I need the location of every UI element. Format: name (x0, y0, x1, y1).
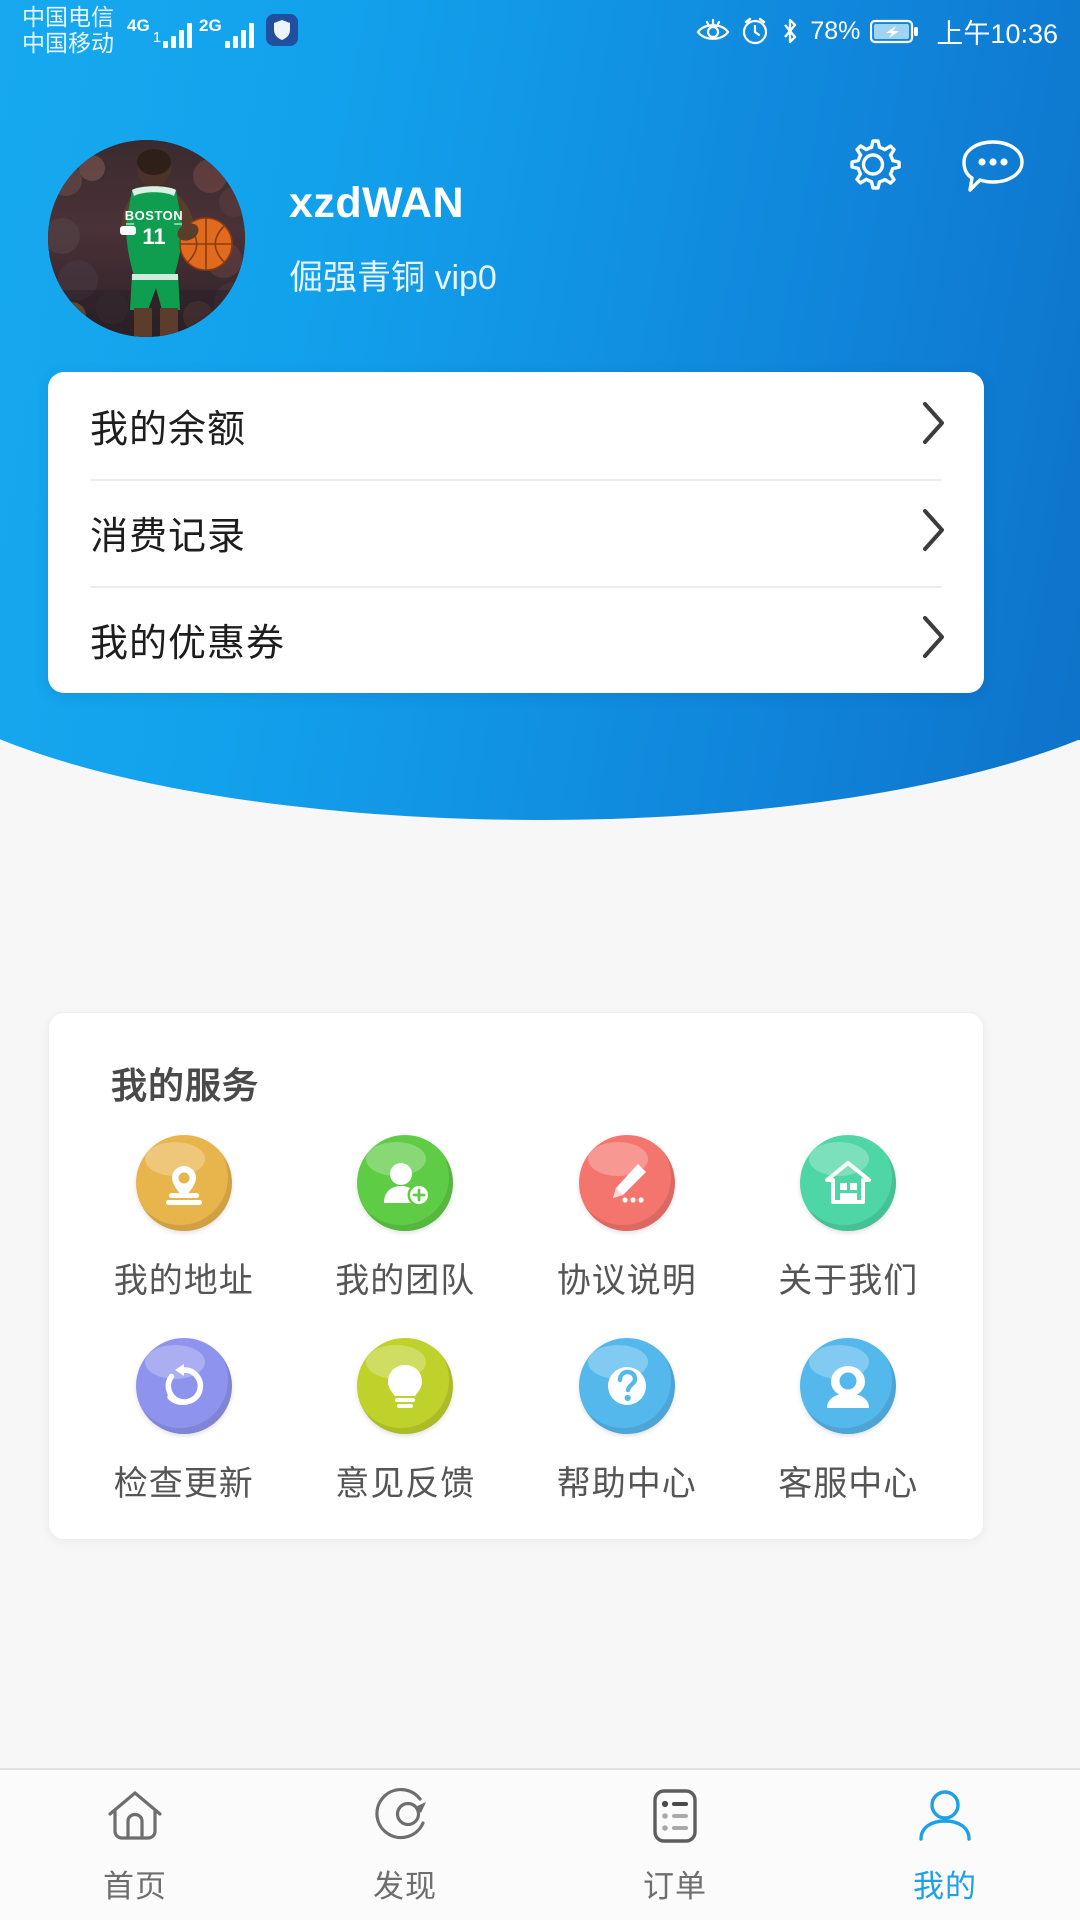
menu-item-label: 我的余额 (90, 409, 247, 451)
home-building-icon (800, 1135, 897, 1231)
signal-group: 4G 1 2G (120, 14, 298, 48)
user-level: 倔强青铜 vip0 (289, 258, 497, 297)
app-root: 中国电信 中国移动 4G 1 2G 78% 上午10:36 BOSTON 11 … (0, 0, 1080, 1920)
status-bar-right: 78% 上午10:36 (696, 12, 1080, 51)
carrier-1: 中国电信 (22, 4, 114, 31)
eye-icon (697, 18, 730, 40)
service-item-about[interactable]: 关于我们 (738, 1135, 960, 1302)
service-label: 我的地址 (113, 1262, 254, 1300)
signal-bars-icon (163, 22, 193, 48)
sim1-signal: 4G 1 (127, 16, 193, 48)
service-item-update[interactable]: 检查更新 (73, 1338, 295, 1505)
chevron-right-icon (920, 506, 948, 559)
bottom-navigation: 首页 发现 订单 我的 (0, 1768, 1080, 1920)
service-label: 帮助中心 (556, 1465, 697, 1503)
question-mark-icon (578, 1338, 675, 1434)
tab-label: 首页 (103, 1868, 167, 1904)
username: xzdWAN (289, 178, 464, 227)
services-grid: 我的地址 我的团队 协议说明 关于我们 检查更新 意见反馈 帮助中心 客服中心 (49, 1109, 983, 1505)
account-menu-card: 我的余额 消费记录 我的优惠券 (48, 372, 984, 693)
shield-icon (265, 14, 298, 46)
status-bar: 中国电信 中国移动 4G 1 2G 78% 上午10:36 (0, 0, 1080, 62)
pencil-edit-icon (578, 1135, 675, 1231)
battery-charging-icon (870, 19, 919, 43)
tab-label: 订单 (643, 1868, 707, 1904)
status-bar-clock: 上午10:36 (936, 18, 1058, 49)
add-person-icon (357, 1135, 454, 1231)
menu-item-label: 我的优惠券 (90, 623, 286, 665)
compass-icon (375, 1787, 426, 1839)
chevron-right-icon (920, 399, 948, 452)
header-actions (840, 134, 1028, 205)
battery-percent: 78% (810, 16, 861, 45)
avatar[interactable]: BOSTON 11 (48, 140, 245, 337)
svg-text:BOSTON: BOSTON (125, 208, 183, 223)
carrier-2: 中国移动 (22, 30, 114, 56)
gear-icon (850, 139, 901, 190)
service-item-feedback[interactable]: 意见反馈 (295, 1338, 517, 1505)
home-icon (108, 1790, 162, 1840)
service-label: 关于我们 (778, 1262, 919, 1300)
settings-button[interactable] (840, 134, 906, 205)
service-label: 协议说明 (556, 1262, 697, 1300)
service-label: 客服中心 (778, 1465, 919, 1503)
person-icon (919, 1789, 971, 1841)
services-card: 我的服务 我的地址 我的团队 协议说明 关于我们 检查更新 意见反馈 帮助中心 … (48, 1012, 984, 1540)
sim1-network-label: 4G (127, 16, 150, 35)
tab-discover[interactable]: 发现 (270, 1785, 540, 1906)
svg-text:11: 11 (142, 224, 165, 249)
service-label: 意见反馈 (335, 1465, 476, 1503)
status-bar-left: 中国电信 中国移动 4G 1 2G (0, 4, 298, 57)
menu-item-label: 消费记录 (90, 516, 247, 558)
customer-service-icon (800, 1338, 897, 1434)
menu-item-balance[interactable]: 我的余额 (48, 372, 984, 479)
service-label: 检查更新 (113, 1465, 254, 1503)
service-item-address[interactable]: 我的地址 (73, 1135, 295, 1302)
list-icon (653, 1788, 697, 1843)
service-item-agreement[interactable]: 协议说明 (516, 1135, 738, 1302)
profile-section: BOSTON 11 xzdWAN 倔强青铜 vip0 (48, 140, 497, 337)
tab-label: 发现 (373, 1868, 437, 1904)
location-pin-icon (135, 1135, 232, 1231)
alarm-clock-icon (743, 17, 768, 45)
sim2-signal: 2G (199, 16, 254, 48)
chat-bubble-icon (962, 140, 1024, 192)
profile-text: xzdWAN 倔强青铜 vip0 (289, 179, 497, 299)
menu-item-coupons[interactable]: 我的优惠券 (48, 586, 984, 693)
carrier-names: 中国电信 中国移动 (22, 4, 114, 57)
message-button[interactable] (958, 136, 1028, 203)
sim2-network-label: 2G (199, 16, 222, 35)
tab-mine[interactable]: 我的 (810, 1785, 1080, 1906)
tab-label: 我的 (913, 1868, 977, 1904)
lightbulb-icon (357, 1338, 454, 1434)
service-item-team[interactable]: 我的团队 (295, 1135, 517, 1302)
bluetooth-icon (784, 18, 797, 44)
refresh-circle-icon (135, 1338, 232, 1434)
service-label: 我的团队 (335, 1262, 476, 1300)
menu-item-consumption[interactable]: 消费记录 (48, 479, 984, 586)
signal-bars-icon-2 (224, 22, 254, 48)
tab-home[interactable]: 首页 (0, 1785, 270, 1906)
service-item-help[interactable]: 帮助中心 (516, 1338, 738, 1505)
services-title: 我的服务 (111, 1065, 260, 1106)
sim1-prefix: 1 (152, 29, 162, 46)
chevron-right-icon (920, 613, 948, 666)
service-item-customer-service[interactable]: 客服中心 (738, 1338, 960, 1505)
tab-orders[interactable]: 订单 (540, 1785, 810, 1906)
